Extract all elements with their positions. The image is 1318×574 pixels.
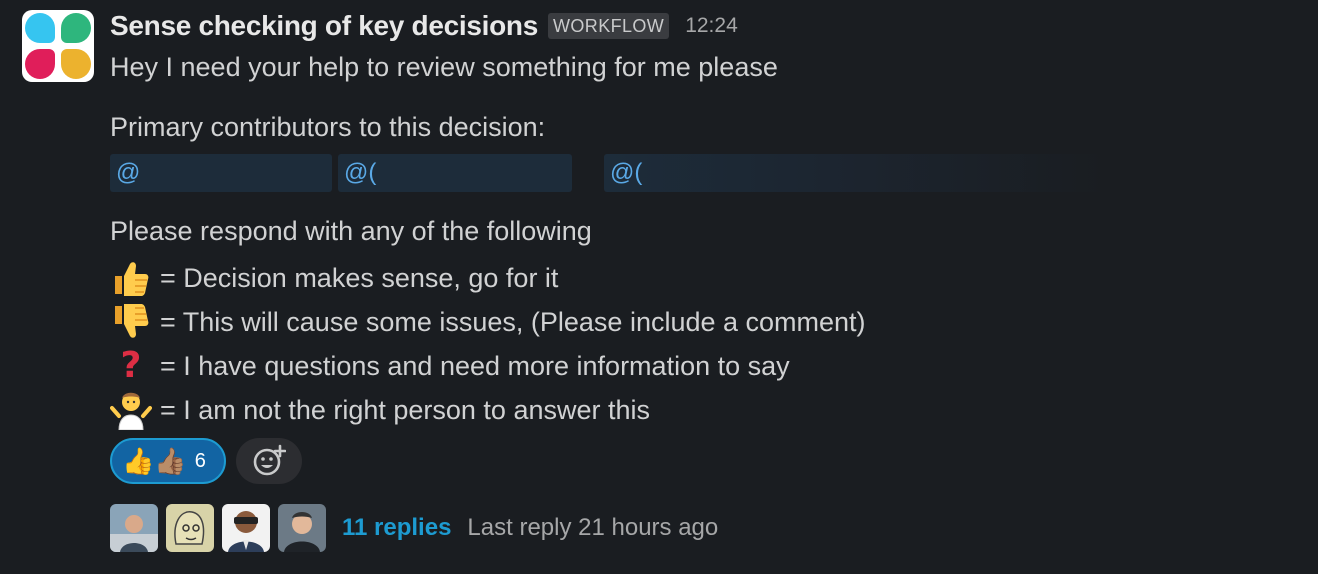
avatar[interactable] [110, 504, 158, 552]
legend-item-thumbs-up: = Decision makes sense, go for it [108, 256, 866, 300]
user-mention-3[interactable]: @( [604, 154, 1104, 192]
contributors-label: Primary contributors to this decision: [110, 112, 546, 142]
workflow-badge: WORKFLOW [548, 13, 670, 39]
legend-text: = Decision makes sense, go for it [160, 262, 559, 293]
legend-text: = I have questions and need more informa… [160, 350, 790, 381]
avatar[interactable] [222, 504, 270, 552]
logo-yellow-petal [61, 49, 91, 79]
message-timestamp[interactable]: 12:24 [685, 14, 738, 38]
user-mention-1[interactable]: @ [110, 154, 332, 192]
user-mention-2[interactable]: @( [338, 154, 572, 192]
thumbs-up-icon [108, 256, 154, 300]
add-emoji-icon [253, 444, 286, 476]
contributor-mentions: @ @( @( [110, 154, 1110, 192]
thread-replies-link[interactable]: 11 replies [342, 514, 451, 542]
avatar[interactable] [166, 504, 214, 552]
reaction-count: 6 [194, 449, 206, 472]
last-reply-time: Last reply 21 hours ago [467, 514, 719, 541]
legend-text: = I am not the right person to answer th… [160, 394, 651, 425]
legend-text: = This will cause some issues, (Please i… [160, 306, 866, 337]
legend-item-question: ? = I have questions and need more infor… [108, 344, 866, 388]
thumbs-up-icon: 👍👍🏽 [122, 446, 187, 476]
avatar[interactable] [278, 504, 326, 552]
legend-item-thumbs-down: = This will cause some issues, (Please i… [108, 300, 866, 344]
red-question-mark-icon: ? [120, 345, 142, 386]
response-legend: = Decision makes sense, go for it = This… [108, 256, 866, 432]
logo-red-petal [25, 49, 55, 79]
legend-item-shrug: = I am not the right person to answer th… [108, 388, 866, 432]
respond-instructions: Please respond with any of the following [110, 216, 592, 246]
person-shrugging-icon [108, 388, 154, 432]
logo-blue-petal [25, 13, 55, 43]
thumbs-down-icon [108, 300, 154, 344]
workflow-app-icon[interactable] [22, 10, 94, 82]
logo-green-petal [61, 13, 91, 43]
reactions-bar: 👍👍🏽 6 [110, 438, 302, 484]
thumbs-up-reaction-pill[interactable]: 👍👍🏽 6 [110, 438, 226, 484]
thread-summary[interactable]: 11 replies Last reply 21 hours ago [110, 504, 718, 552]
sender-name[interactable]: Sense checking of key decisions [110, 10, 538, 42]
intro-text: Hey I need your help to review something… [110, 52, 778, 82]
add-reaction-button[interactable] [236, 438, 302, 484]
message-header: Sense checking of key decisions WORKFLOW… [110, 6, 738, 46]
workflow-message: Sense checking of key decisions WORKFLOW… [0, 0, 1318, 574]
